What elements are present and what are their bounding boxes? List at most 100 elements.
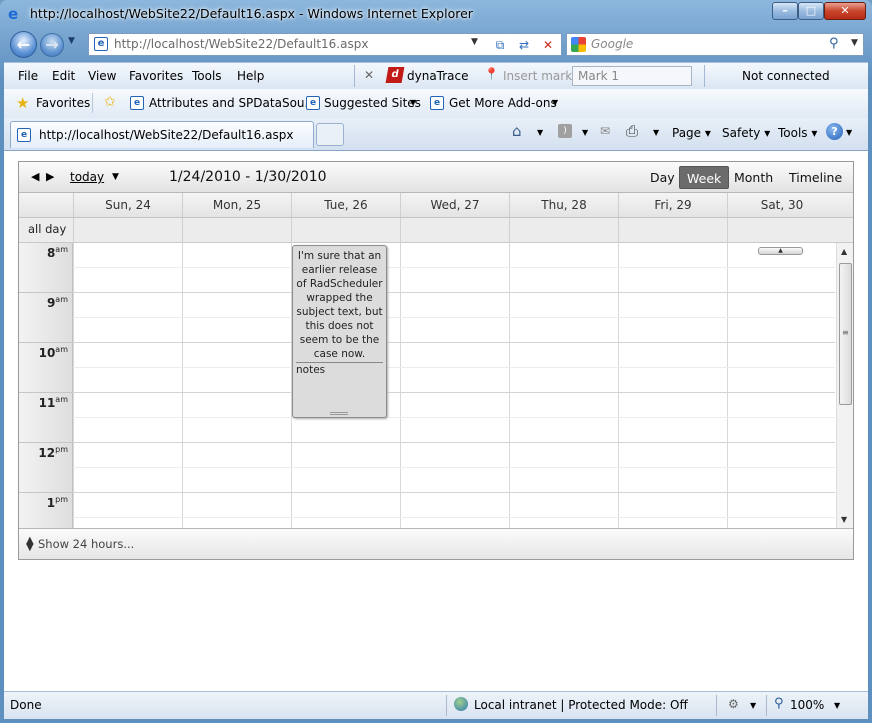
view-day-button[interactable]: Day bbox=[643, 166, 682, 189]
security-zone[interactable]: Local intranet | Protected Mode: Off bbox=[474, 698, 688, 712]
resize-handle[interactable] bbox=[330, 412, 348, 415]
half-hour-line bbox=[73, 467, 835, 468]
day-column[interactable] bbox=[618, 243, 727, 528]
all-day-slot[interactable] bbox=[618, 218, 727, 243]
home-dropdown-icon[interactable]: ▼ bbox=[537, 128, 543, 137]
search-options-dropdown-icon[interactable]: ▼ bbox=[851, 38, 858, 48]
forward-button[interactable]: → bbox=[40, 33, 64, 57]
next-week-icon[interactable]: ▶ bbox=[46, 170, 54, 183]
favorite-link-attributes[interactable]: Attributes and SPDataSou... bbox=[149, 96, 316, 110]
favorite-link-add-ons[interactable]: Get More Add-ons bbox=[449, 96, 557, 110]
day-column[interactable] bbox=[73, 243, 182, 528]
expand-hours-icon[interactable]: ▲ ▼ bbox=[26, 536, 34, 553]
hour-label-cell: 1pm bbox=[19, 493, 73, 528]
refresh-icon[interactable]: ⇄ bbox=[515, 37, 533, 53]
zoom-dropdown-icon[interactable]: ▼ bbox=[834, 701, 840, 710]
back-button[interactable]: ← bbox=[10, 31, 37, 58]
suggested-sites-dropdown-icon[interactable]: ▼ bbox=[410, 98, 416, 107]
zoom-level[interactable]: 100% bbox=[790, 698, 824, 712]
view-month-button[interactable]: Month bbox=[727, 166, 780, 189]
settings-icon[interactable]: ⚙ bbox=[728, 697, 739, 711]
address-input[interactable]: http://localhost/WebSite22/Default16.asp… bbox=[114, 37, 368, 51]
menu-view[interactable]: View bbox=[88, 69, 116, 83]
dynatrace-button[interactable]: dynaTrace bbox=[407, 69, 469, 83]
vertical-scrollbar[interactable]: ▲ ≡ ▼ bbox=[836, 243, 853, 528]
hour-line bbox=[73, 342, 835, 343]
day-column[interactable] bbox=[182, 243, 291, 528]
settings-dropdown-icon[interactable]: ▼ bbox=[750, 701, 756, 710]
compatibility-view-icon[interactable]: ⧉ bbox=[491, 37, 509, 53]
mail-icon[interactable]: ✉ bbox=[600, 124, 610, 138]
close-button[interactable]: ✕ bbox=[824, 2, 866, 20]
time-column: 8am 9am 10am 11am 12pm 1pm bbox=[19, 243, 73, 528]
menu-favorites[interactable]: Favorites bbox=[129, 69, 183, 83]
new-tab-button[interactable] bbox=[316, 123, 344, 146]
all-day-slot[interactable] bbox=[727, 218, 836, 243]
search-input[interactable]: Google bbox=[591, 37, 633, 51]
favorites-star-icon[interactable]: ★ bbox=[16, 94, 29, 112]
half-hour-line bbox=[73, 417, 835, 418]
all-day-slot[interactable] bbox=[291, 218, 400, 243]
page-menu-button[interactable]: Page ▾ bbox=[672, 126, 711, 140]
scroll-thumb[interactable]: ≡ bbox=[839, 263, 852, 405]
view-timeline-button[interactable]: Timeline bbox=[782, 166, 849, 189]
page-menu-label: Page bbox=[672, 126, 702, 140]
favorite-link-suggested-sites[interactable]: Suggested Sites bbox=[324, 96, 421, 110]
all-day-slot[interactable] bbox=[509, 218, 618, 243]
maximize-button[interactable]: □ bbox=[798, 2, 824, 20]
all-day-slot[interactable] bbox=[182, 218, 291, 243]
feeds-icon[interactable]: ) bbox=[558, 124, 572, 138]
help-dropdown-icon[interactable]: ▼ bbox=[846, 128, 852, 137]
tab-current[interactable]: e http://localhost/WebSite22/Default16.a… bbox=[10, 121, 314, 148]
all-day-slot[interactable] bbox=[400, 218, 509, 243]
home-icon[interactable]: ⌂ bbox=[512, 122, 522, 140]
menu-help[interactable]: Help bbox=[237, 69, 264, 83]
feeds-dropdown-icon[interactable]: ▼ bbox=[582, 128, 588, 137]
safety-menu-button[interactable]: Safety ▾ bbox=[722, 126, 770, 140]
zoom-icon[interactable]: ⚲ bbox=[774, 696, 784, 711]
stop-icon[interactable]: ✕ bbox=[539, 37, 557, 53]
favorites-button[interactable]: Favorites bbox=[36, 96, 90, 110]
insert-mark-button[interactable]: Insert mark bbox=[503, 69, 572, 83]
hour-line bbox=[73, 442, 835, 443]
menu-file[interactable]: File bbox=[18, 69, 38, 83]
google-logo-icon bbox=[571, 37, 586, 52]
mark-name-field[interactable]: Mark 1 bbox=[572, 66, 692, 86]
dynatrace-logo-icon: d bbox=[385, 67, 405, 83]
hour-number: 12 bbox=[38, 446, 56, 460]
favorites-bar: ★ Favorites ✩ e Attributes and SPDataSou… bbox=[4, 89, 868, 118]
add-ons-dropdown-icon[interactable]: ▼ bbox=[552, 98, 558, 107]
recent-pages-dropdown-icon[interactable]: ▼ bbox=[68, 36, 75, 46]
hour-period: pm bbox=[55, 495, 68, 504]
hour-period: am bbox=[55, 395, 68, 404]
address-dropdown-icon[interactable]: ▼ bbox=[471, 37, 478, 47]
menu-tools[interactable]: Tools bbox=[192, 69, 222, 83]
scroll-up-icon[interactable]: ▲ bbox=[841, 247, 847, 256]
print-dropdown-icon[interactable]: ▼ bbox=[653, 128, 659, 137]
previous-week-icon[interactable]: ◀ bbox=[31, 170, 39, 183]
print-icon[interactable]: ⎙ bbox=[626, 122, 638, 140]
status-divider bbox=[446, 695, 447, 716]
day-column[interactable] bbox=[727, 243, 835, 528]
add-to-favorites-icon[interactable]: ✩ bbox=[104, 94, 116, 110]
appointment[interactable]: I'm sure that an earlier release of RadS… bbox=[292, 245, 387, 418]
help-icon[interactable]: ? bbox=[826, 123, 843, 140]
view-week-button[interactable]: Week bbox=[679, 166, 730, 189]
scroll-down-icon[interactable]: ▼ bbox=[841, 515, 847, 524]
close-toolbar-icon[interactable]: ✕ bbox=[364, 68, 374, 82]
search-box[interactable]: Google ⚲ ▼ bbox=[566, 33, 864, 56]
minimize-button[interactable]: – bbox=[772, 2, 798, 20]
today-link[interactable]: today bbox=[70, 170, 104, 184]
tools-menu-button[interactable]: Tools ▾ bbox=[778, 126, 817, 140]
address-field[interactable]: e http://localhost/WebSite22/Default16.a… bbox=[88, 33, 562, 56]
day-column[interactable] bbox=[509, 243, 618, 528]
all-day-slot[interactable] bbox=[73, 218, 182, 243]
menu-edit[interactable]: Edit bbox=[52, 69, 75, 83]
show-24-hours-link[interactable]: Show 24 hours... bbox=[38, 537, 134, 551]
page-icon: e bbox=[430, 96, 444, 110]
more-appointments-arrow-icon[interactable]: ▲ bbox=[758, 247, 803, 255]
search-icon[interactable]: ⚲ bbox=[829, 36, 839, 51]
page-content: ◀ ▶ today ▼ 1/24/2010 - 1/30/2010 Day We… bbox=[4, 150, 868, 691]
date-picker-dropdown-icon[interactable]: ▼ bbox=[112, 172, 119, 182]
day-column[interactable] bbox=[400, 243, 509, 528]
